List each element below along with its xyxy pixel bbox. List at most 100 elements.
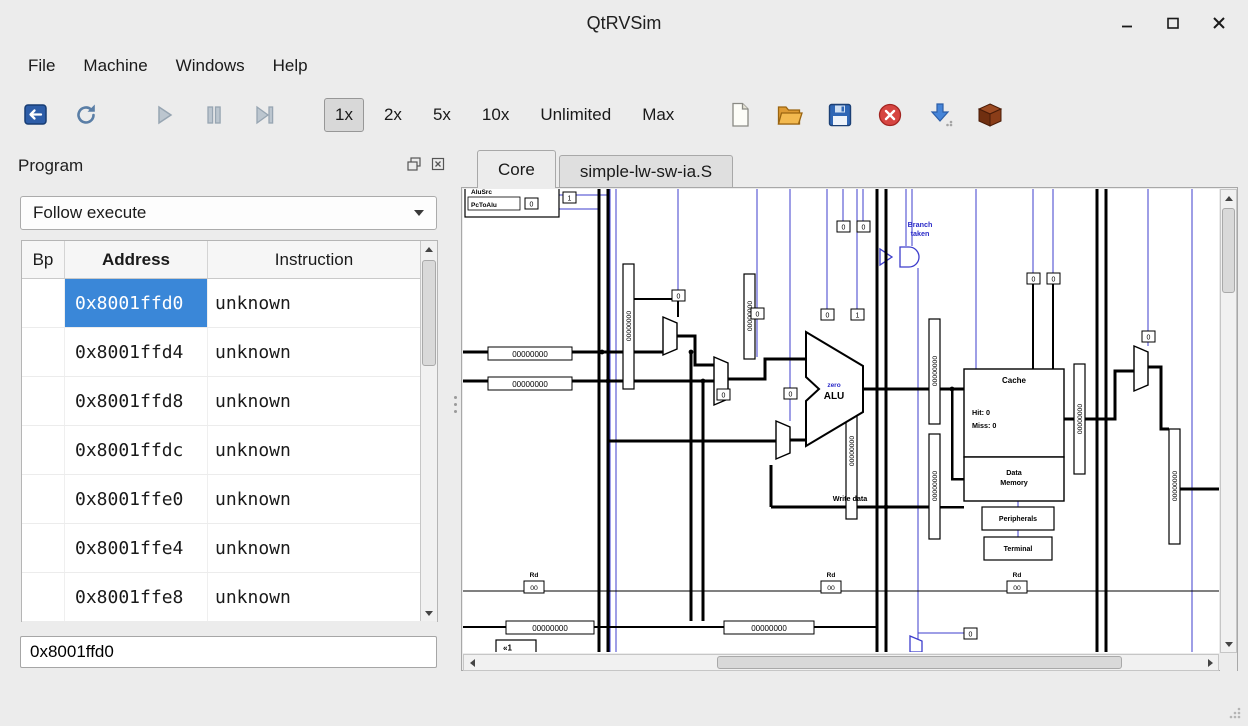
- table-row[interactable]: 0x8001ffe0 unknown: [22, 475, 437, 524]
- svg-text:Rd: Rd: [827, 572, 836, 579]
- reload-button[interactable]: [68, 97, 104, 133]
- menu-file[interactable]: File: [14, 48, 69, 84]
- follow-execute-select[interactable]: Follow execute: [20, 196, 437, 230]
- speed-10x-button[interactable]: 10x: [471, 98, 520, 132]
- float-icon: [406, 156, 422, 172]
- alusrc-label: AluSrc: [471, 189, 492, 196]
- maximize-button[interactable]: [1160, 10, 1186, 36]
- bp-cell[interactable]: [22, 475, 65, 523]
- scroll-left-button[interactable]: [464, 655, 480, 670]
- svg-text:0: 0: [1052, 277, 1056, 284]
- cache-title: Cache: [1002, 376, 1027, 385]
- scroll-down-button[interactable]: [1221, 636, 1236, 652]
- table-row[interactable]: 0x8001ffe8 unknown: [22, 573, 437, 622]
- header-address[interactable]: Address: [65, 241, 208, 278]
- svg-text:0: 0: [826, 313, 830, 320]
- register-value: 00000000: [1077, 404, 1084, 434]
- svg-text:00: 00: [1013, 585, 1021, 592]
- scrollbar-thumb[interactable]: [1222, 208, 1235, 293]
- instruction-cell: unknown: [208, 426, 420, 474]
- open-source-button[interactable]: [772, 97, 808, 133]
- step-button[interactable]: [246, 97, 282, 133]
- svg-text:0: 0: [789, 392, 793, 399]
- save-source-button[interactable]: [822, 97, 858, 133]
- arrow-left-icon: [470, 659, 475, 667]
- download-button[interactable]: [922, 97, 958, 133]
- alu-zero-label: zero: [827, 382, 840, 389]
- address-cell: 0x8001ffe8: [65, 573, 208, 621]
- bp-cell[interactable]: [22, 426, 65, 474]
- speed-unlimited-button[interactable]: Unlimited: [529, 98, 622, 132]
- bp-cell[interactable]: [22, 377, 65, 425]
- table-body: 0x8001ffd0 unknown 0x8001ffd4 unknown 0x…: [22, 279, 437, 622]
- svg-text:0: 0: [722, 393, 726, 400]
- scroll-right-button[interactable]: [1202, 655, 1218, 670]
- speed-5x-button[interactable]: 5x: [422, 98, 462, 132]
- build-button[interactable]: [972, 97, 1008, 133]
- bp-cell[interactable]: [22, 328, 65, 376]
- core-vertical-scrollbar[interactable]: [1220, 189, 1237, 653]
- scroll-down-button[interactable]: [421, 605, 437, 621]
- svg-text:Terminal: Terminal: [1004, 546, 1033, 553]
- speed-1x-button[interactable]: 1x: [324, 98, 364, 132]
- alu-label: ALU: [824, 391, 845, 402]
- table-row[interactable]: 0x8001ffdc unknown: [22, 426, 437, 475]
- bp-cell[interactable]: [22, 279, 65, 327]
- menu-windows[interactable]: Windows: [162, 48, 259, 84]
- instruction-cell: unknown: [208, 524, 420, 572]
- core-diagram-viewport[interactable]: AluSrc PcToAlu 00000000 00000000 0000000…: [463, 189, 1219, 653]
- instruction-cell: unknown: [208, 377, 420, 425]
- dock-float-button[interactable]: [404, 154, 424, 174]
- close-source-button[interactable]: [872, 97, 908, 133]
- table-row[interactable]: 0x8001ffe4 unknown: [22, 524, 437, 573]
- table-row[interactable]: 0x8001ffd0 unknown: [22, 279, 437, 328]
- window-title: QtRVSim: [0, 0, 1248, 46]
- svg-text:0: 0: [530, 202, 534, 209]
- core-horizontal-scrollbar[interactable]: [463, 654, 1219, 671]
- speed-2x-button[interactable]: 2x: [373, 98, 413, 132]
- tab-core[interactable]: Core: [477, 150, 556, 188]
- arrow-right-icon: [1208, 659, 1213, 667]
- tab-source-file[interactable]: simple-lw-sw-ia.S: [559, 155, 733, 188]
- table-row[interactable]: 0x8001ffd8 unknown: [22, 377, 437, 426]
- pause-button[interactable]: [196, 97, 232, 133]
- svg-text:Memory: Memory: [1000, 478, 1028, 487]
- reset-icon: [21, 100, 51, 130]
- scrollbar-corner: [1220, 654, 1237, 671]
- minimize-button[interactable]: [1114, 10, 1140, 36]
- menu-help[interactable]: Help: [259, 48, 322, 84]
- svg-text:0: 0: [862, 225, 866, 232]
- header-instruction[interactable]: Instruction: [208, 241, 420, 278]
- scroll-up-button[interactable]: [1221, 190, 1236, 206]
- bp-cell[interactable]: [22, 524, 65, 572]
- table-row[interactable]: 0x8001ffd4 unknown: [22, 328, 437, 377]
- bp-cell[interactable]: [22, 573, 65, 621]
- dock-close-button[interactable]: [428, 154, 448, 174]
- download-icon: [925, 100, 955, 130]
- program-table: Bp Address Instruction 0x8001ffd0 unknow…: [21, 240, 438, 622]
- svg-text:«1: «1: [503, 644, 512, 653]
- dock-buttons: [404, 154, 448, 174]
- address-input[interactable]: [20, 636, 437, 668]
- address-cell: 0x8001ffdc: [65, 426, 208, 474]
- program-table-scrollbar[interactable]: [420, 241, 437, 621]
- menu-machine[interactable]: Machine: [69, 48, 161, 84]
- save-icon: [825, 100, 855, 130]
- reset-button[interactable]: [18, 97, 54, 133]
- run-button[interactable]: [146, 97, 182, 133]
- svg-text:Data: Data: [1006, 468, 1023, 477]
- close-icon: [430, 156, 446, 172]
- scrollbar-thumb[interactable]: [717, 656, 1122, 669]
- new-source-button[interactable]: [722, 97, 758, 133]
- terminal-box: Terminal: [984, 537, 1052, 560]
- header-bp[interactable]: Bp: [22, 241, 65, 278]
- scroll-up-button[interactable]: [421, 241, 437, 257]
- dock-splitter-handle[interactable]: [451, 396, 459, 422]
- resize-grip[interactable]: [1227, 705, 1243, 721]
- menubar: File Machine Windows Help: [0, 46, 1248, 86]
- instruction-cell: unknown: [208, 279, 420, 327]
- close-button[interactable]: [1206, 10, 1232, 36]
- address-cell: 0x8001ffe4: [65, 524, 208, 572]
- speed-max-button[interactable]: Max: [631, 98, 685, 132]
- scrollbar-thumb[interactable]: [422, 260, 436, 366]
